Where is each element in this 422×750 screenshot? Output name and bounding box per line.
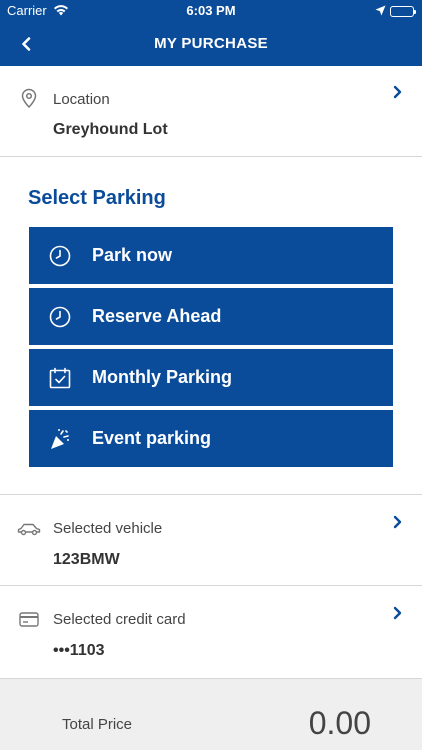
vehicle-row[interactable]: Selected vehicle 123BMW [0, 495, 422, 585]
reserve-ahead-button[interactable]: Reserve Ahead [29, 288, 393, 345]
car-icon [17, 517, 41, 541]
credit-card-value: •••1103 [53, 642, 105, 659]
total-price-label: Total Price [62, 716, 133, 733]
divider [0, 156, 422, 157]
chevron-right-icon [390, 84, 404, 100]
location-row[interactable]: Location Greyhound Lot [0, 66, 422, 156]
event-parking-button[interactable]: Event parking [29, 410, 393, 467]
credit-card-icon [17, 607, 41, 631]
clock-time: 6:03 PM [186, 3, 236, 18]
park-now-label: Park now [92, 245, 173, 265]
event-parking-label: Event parking [92, 428, 212, 448]
monthly-parking-label: Monthly Parking [92, 367, 233, 387]
park-now-button[interactable]: Park now [29, 227, 393, 284]
select-parking-title: Select Parking [28, 187, 166, 209]
calendar-check-icon [47, 365, 73, 391]
battery-icon [390, 6, 416, 17]
total-price-footer: Total Price 0.00 [0, 678, 422, 750]
credit-card-row[interactable]: Selected credit card •••1103 [0, 586, 422, 677]
status-bar: Carrier 6:03 PM [0, 3, 422, 21]
page-title: MY PURCHASE [154, 35, 268, 52]
total-price-value: 0.00 [308, 705, 371, 741]
map-pin-icon [17, 86, 41, 110]
location-value: Greyhound Lot [53, 121, 168, 138]
location-arrow-icon [375, 4, 386, 19]
chevron-right-icon [390, 605, 404, 621]
vehicle-value: 123BMW [53, 551, 120, 568]
credit-card-label: Selected credit card [53, 611, 186, 628]
clock-icon [47, 304, 73, 330]
clock-icon [47, 243, 73, 269]
monthly-parking-button[interactable]: Monthly Parking [29, 349, 393, 406]
location-label: Location [53, 91, 110, 108]
app-header: Carrier 6:03 PM MY PURCHASE [0, 0, 422, 66]
party-popper-icon [47, 426, 73, 452]
vehicle-label: Selected vehicle [53, 520, 163, 537]
chevron-right-icon [390, 514, 404, 530]
reserve-ahead-label: Reserve Ahead [92, 306, 222, 326]
nav-bar: MY PURCHASE [0, 28, 422, 60]
